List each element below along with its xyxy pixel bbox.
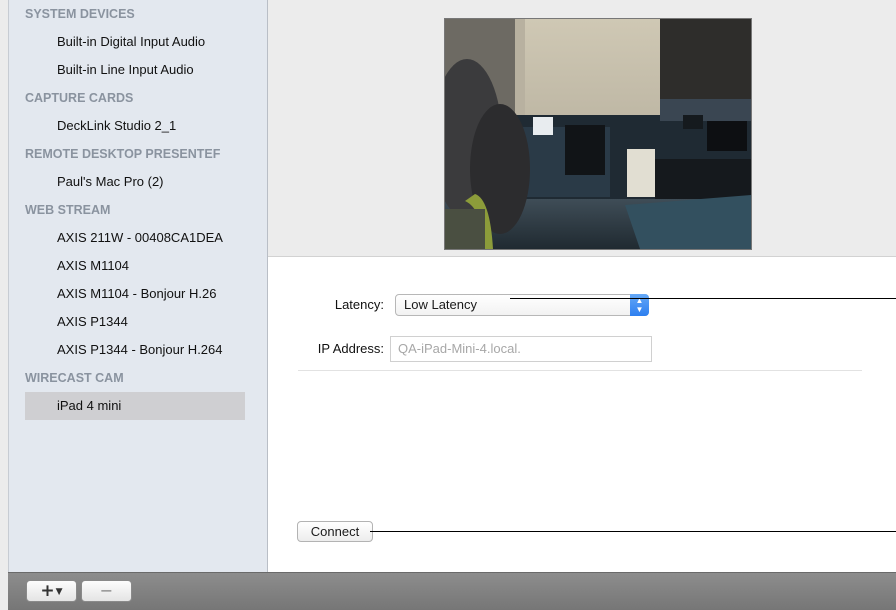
- source-item-axis-p1344-bonjour[interactable]: AXIS P1344 - Bonjour H.264: [9, 336, 245, 364]
- source-item-axis-211w[interactable]: AXIS 211W - 00408CA1DEA: [9, 224, 245, 252]
- device-settings-form: Latency: Low Latency ▲ ▼ IP Address: QA-i…: [268, 257, 896, 572]
- source-item-pauls-mac-pro[interactable]: Paul's Mac Pro (2): [9, 168, 245, 196]
- add-source-button[interactable]: +▼: [26, 580, 77, 602]
- form-divider: [298, 370, 862, 371]
- group-header-system-devices: SYSTEM DEVICES: [25, 7, 135, 21]
- minus-icon: −: [99, 581, 114, 600]
- callout-line-latency: [510, 298, 896, 299]
- source-item-decklink[interactable]: DeckLink Studio 2_1: [9, 112, 245, 140]
- camera-preview-image: [444, 18, 752, 250]
- preview-area: [268, 0, 896, 257]
- ip-address-field[interactable]: QA-iPad-Mini-4.local.: [390, 336, 652, 362]
- group-header-capture-cards: CAPTURE CARDS: [25, 91, 134, 105]
- plus-dropdown-icon: +: [40, 581, 55, 601]
- source-item-axis-m1104[interactable]: AXIS M1104: [9, 252, 245, 280]
- group-header-wirecast-cam: WIRECAST CAM: [25, 371, 124, 385]
- source-sidebar: SYSTEM DEVICES Built-in Digital Input Au…: [8, 0, 268, 572]
- latency-value: Low Latency: [404, 297, 477, 312]
- source-item-axis-p1344[interactable]: AXIS P1344: [9, 308, 245, 336]
- group-header-web-stream: WEB STREAM: [25, 203, 111, 217]
- callout-line-connect: [370, 531, 896, 532]
- source-item-ipad-4-mini[interactable]: iPad 4 mini: [25, 392, 245, 420]
- bottom-toolbar: +▼ −: [8, 572, 896, 610]
- ip-address-label: IP Address:: [317, 341, 384, 356]
- group-header-remote-desktop: REMOTE DESKTOP PRESENTEF: [25, 147, 221, 161]
- source-item-builtin-digital-input[interactable]: Built-in Digital Input Audio: [9, 28, 245, 56]
- source-item-axis-m1104-bonjour[interactable]: AXIS M1104 - Bonjour H.26: [9, 280, 245, 308]
- latency-label: Latency:: [334, 297, 384, 312]
- connect-button[interactable]: Connect: [297, 521, 373, 542]
- remove-source-button[interactable]: −: [81, 580, 132, 602]
- source-item-builtin-line-input[interactable]: Built-in Line Input Audio: [9, 56, 245, 84]
